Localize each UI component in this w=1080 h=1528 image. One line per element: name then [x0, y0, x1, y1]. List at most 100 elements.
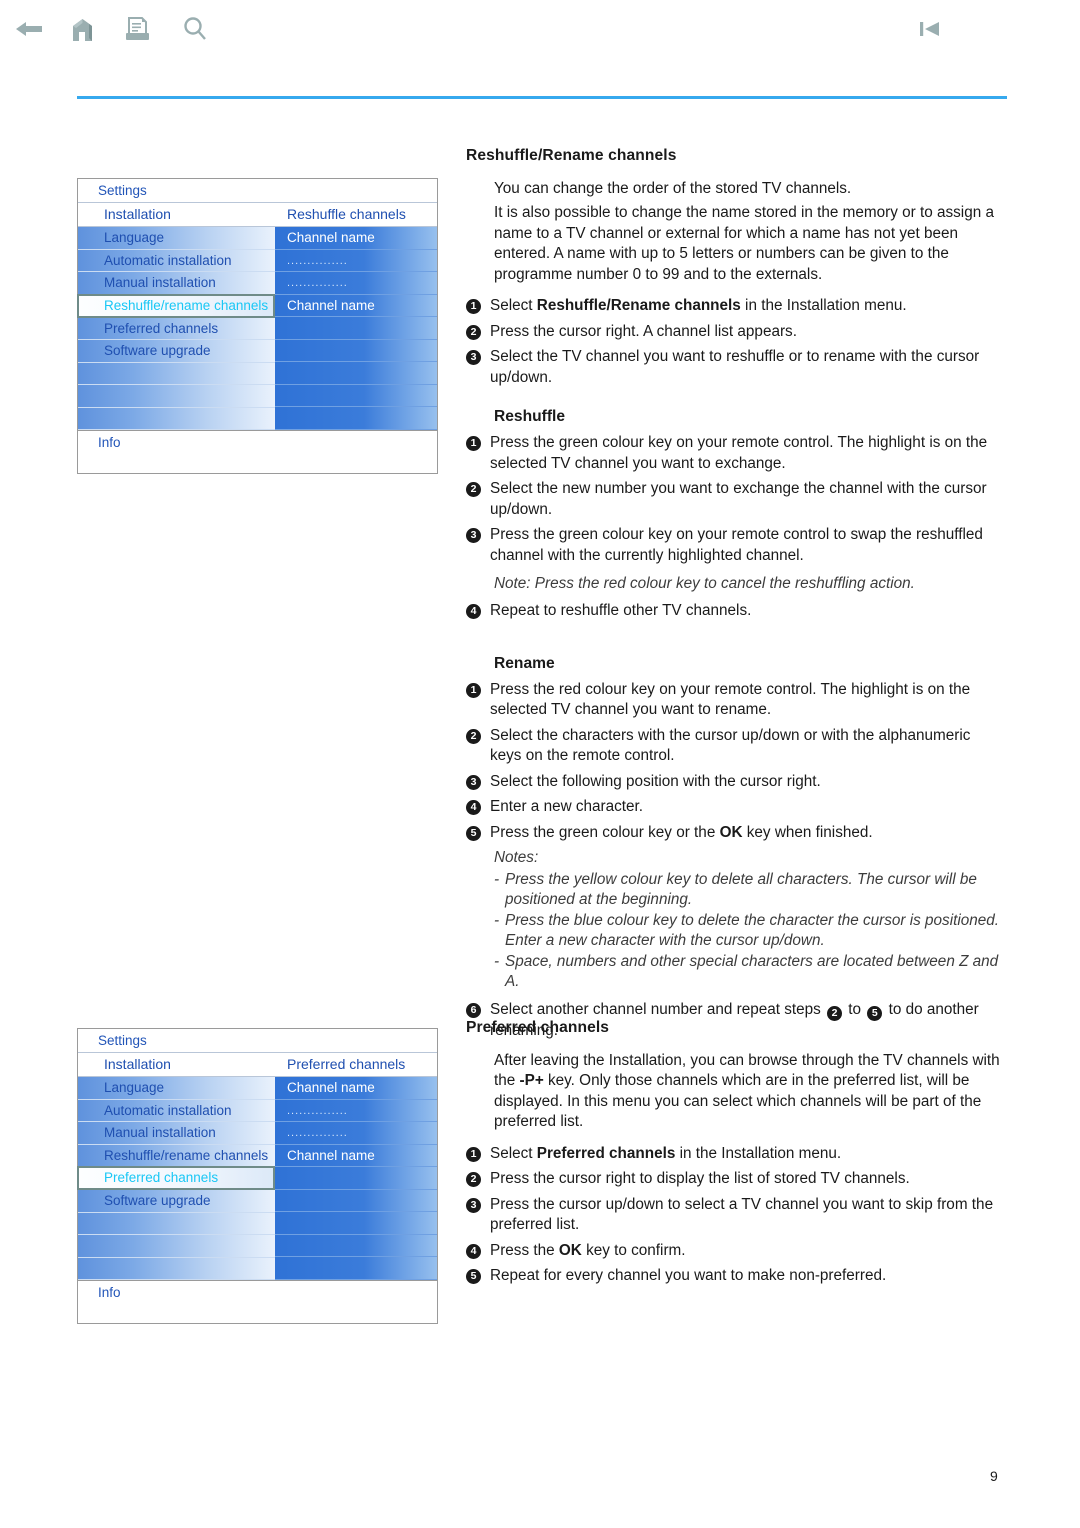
- menu-item-empty: [78, 1212, 275, 1235]
- tv-menu-preferred: Settings Installation Preferred channels…: [77, 1028, 438, 1324]
- note-dash: -: [494, 911, 500, 929]
- step-text: Press the green colour key on your remot…: [490, 434, 988, 472]
- step-number-badge: 5: [466, 1269, 481, 1285]
- menu-item-language[interactable]: Language: [78, 227, 275, 250]
- channel-list-item[interactable]: Channel name: [275, 227, 437, 250]
- note-list-item: - Press the blue colour key to delete th…: [494, 911, 1006, 952]
- note-text: Press the yellow colour key to delete al…: [505, 870, 977, 909]
- menu-item-preferred-channels[interactable]: Preferred channels: [77, 1166, 275, 1190]
- step-text: Select Preferred channels in the Install…: [490, 1144, 1006, 1164]
- intro-paragraph-line2: It is also possible to change the name s…: [494, 204, 994, 283]
- note-text: Space, numbers and other special charact…: [505, 952, 999, 991]
- step-item: 3 Select the TV channel you want to resh…: [466, 347, 1006, 388]
- menu-item-manual-installation[interactable]: Manual installation: [78, 1122, 275, 1145]
- channel-list-item[interactable]: ...............: [275, 1099, 437, 1122]
- step-text-bold: OK: [719, 823, 743, 841]
- channel-list-item[interactable]: Channel name: [275, 294, 437, 317]
- section-heading-reshuffle-rename: Reshuffle/Rename channels: [466, 147, 677, 164]
- menu-item-preferred-channels[interactable]: Preferred channels: [78, 317, 275, 340]
- menu-header-row: Installation Preferred channels: [78, 1053, 437, 1077]
- channel-list-item[interactable]: Channel name: [275, 1077, 437, 1100]
- step-text-pre: Select another channel number and repeat…: [490, 1000, 826, 1018]
- section-heading-preferred-channels: Preferred channels: [466, 1019, 610, 1036]
- menu-item-automatic-installation[interactable]: Automatic installation: [78, 249, 275, 272]
- main-text-column: Reshuffle/Rename channels You can change…: [466, 146, 1006, 1046]
- menu-title: Settings: [78, 179, 437, 203]
- menu-item-automatic-installation[interactable]: Automatic installation: [78, 1099, 275, 1122]
- step-number-badge: 5: [466, 825, 481, 841]
- channel-list-item[interactable]: ...............: [275, 249, 437, 272]
- search-icon[interactable]: [178, 12, 212, 46]
- channel-list-item[interactable]: ...............: [275, 272, 437, 295]
- tv-menu-reshuffle: Settings Installation Reshuffle channels…: [77, 178, 438, 474]
- step-text: Press the green colour key on your remot…: [490, 526, 983, 564]
- channel-list-item-empty: [275, 1234, 437, 1257]
- menu-item-software-upgrade[interactable]: Software upgrade: [78, 1190, 275, 1213]
- menu-item-empty: [78, 1257, 275, 1280]
- note-text: Press the blue colour key to delete the …: [505, 911, 1000, 950]
- preferred-channels-section: Preferred channels After leaving the Ins…: [466, 1018, 1006, 1292]
- channel-list-item[interactable]: ...............: [275, 1122, 437, 1145]
- page-number: 9: [990, 1468, 998, 1484]
- step-item: 3 Press the green colour key on your rem…: [466, 525, 1006, 566]
- step-text-post: key when finished.: [742, 823, 873, 841]
- menu-item-language[interactable]: Language: [78, 1077, 275, 1100]
- channel-list-item[interactable]: Channel name: [275, 1144, 437, 1167]
- step-number-badge: 4: [466, 800, 481, 816]
- note-list-item: - Space, numbers and other special chara…: [494, 952, 1006, 993]
- step-text: Press the cursor right. A channel list a…: [490, 322, 797, 340]
- step-item: 4 Press the OK key to confirm.: [466, 1241, 1006, 1261]
- step-text: Press the cursor right to display the li…: [490, 1170, 910, 1188]
- previous-page-icon[interactable]: [912, 12, 946, 46]
- step-number-badge: 2: [466, 324, 481, 340]
- step-number-badge: 6: [466, 1002, 481, 1018]
- step-number-badge: 1: [466, 436, 481, 452]
- step-text-pre: Select: [490, 297, 537, 315]
- step-item: 5 Press the green colour key or the OK k…: [466, 823, 1006, 843]
- menu-header-left: Installation: [104, 1056, 171, 1072]
- note-dash: -: [494, 952, 500, 970]
- step-number-badge: 1: [466, 682, 481, 698]
- step-text: Select Reshuffle/Rename channels in the …: [490, 296, 1006, 316]
- step-text: Press the cursor up/down to select a TV …: [490, 1195, 994, 1234]
- step-item: 2 Press the cursor right to display the …: [466, 1169, 1006, 1189]
- menu-header-right: Reshuffle channels: [287, 206, 406, 222]
- step-text-pre: Press the green colour key or the: [490, 823, 720, 841]
- step-item: 2 Select the characters with the cursor …: [466, 726, 1006, 767]
- step-text: Repeat to reshuffle other TV channels.: [490, 601, 752, 619]
- menu-item-software-upgrade[interactable]: Software upgrade: [78, 340, 275, 363]
- step-item: 2 Select the new number you want to exch…: [466, 479, 1006, 520]
- menu-right-column: Channel name ............... ...........…: [275, 1077, 437, 1280]
- menu-item-manual-installation[interactable]: Manual installation: [78, 272, 275, 295]
- note-list-item: - Press the yellow colour key to delete …: [494, 870, 1006, 911]
- preferred-intro-paragraph: After leaving the Installation, you can …: [494, 1051, 1006, 1133]
- intro-bold: -P+: [519, 1072, 544, 1090]
- channel-list-item-empty: [275, 339, 437, 362]
- step-text: Select the characters with the cursor up…: [490, 726, 971, 765]
- step-item: 1 Press the red colour key on your remot…: [466, 680, 1006, 721]
- step-number-badge: 3: [466, 1197, 481, 1213]
- menu-right-column: Channel name ............... ...........…: [275, 227, 437, 430]
- note-reshuffle-cancel: Note: Press the red colour key to cancel…: [494, 575, 915, 593]
- step-text: Press the OK key to confirm.: [490, 1241, 1006, 1261]
- step-item: 1 Press the green colour key on your rem…: [466, 433, 1006, 474]
- step-number-badge: 3: [466, 528, 481, 544]
- step-item: 3 Press the cursor up/down to select a T…: [466, 1195, 1006, 1236]
- menu-title: Settings: [78, 1029, 437, 1053]
- back-arrow-icon[interactable]: [12, 12, 46, 46]
- note-dash: -: [494, 870, 500, 888]
- notes-heading: Notes:: [494, 849, 539, 867]
- intro-paragraph-line1: You can change the order of the stored T…: [494, 179, 852, 197]
- intro-post: key. Only those channels which are in th…: [494, 1072, 982, 1131]
- menu-item-reshuffle-rename-channels[interactable]: Reshuffle/rename channels: [78, 1144, 275, 1167]
- step-number-badge: 2: [466, 728, 481, 744]
- menu-item-empty: [78, 385, 275, 408]
- menu-left-column: Language Automatic installation Manual i…: [77, 1077, 275, 1280]
- menu-item-reshuffle-rename-channels[interactable]: Reshuffle/rename channels: [77, 293, 275, 318]
- step-number-badge: 3: [466, 774, 481, 790]
- home-icon[interactable]: [66, 12, 100, 46]
- step-text-bold: Preferred channels: [536, 1144, 676, 1162]
- step-number-badge: 4: [466, 603, 481, 619]
- step-text-post: key to confirm.: [581, 1241, 686, 1259]
- print-icon[interactable]: [120, 12, 154, 46]
